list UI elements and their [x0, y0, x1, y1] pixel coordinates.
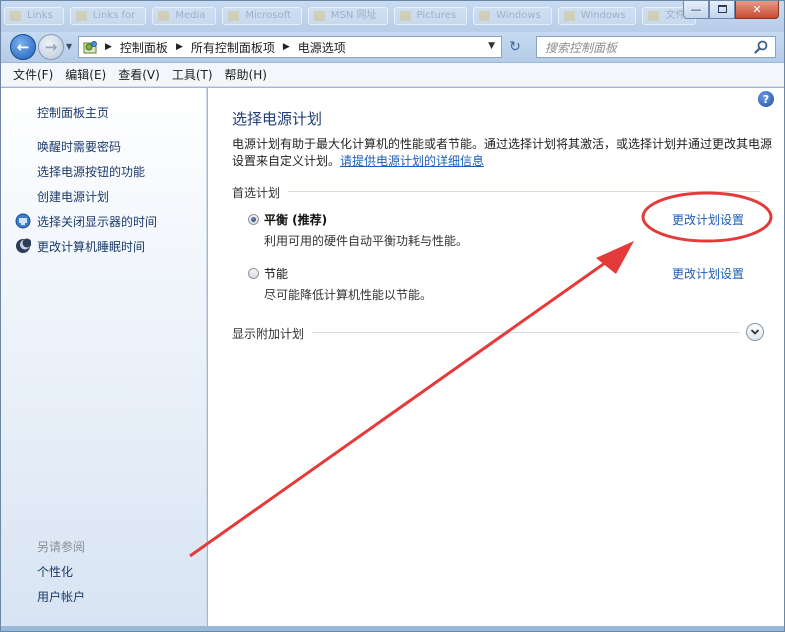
plan-power-saver-settings-link[interactable]: 更改计划设置 — [672, 265, 744, 282]
group-divider — [288, 191, 760, 192]
close-button[interactable]: ✕ — [735, 0, 779, 19]
refresh-button[interactable]: ↻ — [506, 38, 524, 56]
additional-plans-label[interactable]: 显示附加计划 — [232, 325, 304, 342]
breadcrumb-separator-icon: ▶ — [175, 42, 183, 52]
sidebar-link-sleep-time[interactable]: 更改计算机睡眠时间 — [37, 238, 145, 255]
search-icon[interactable] — [753, 39, 769, 55]
refresh-icon: ↻ — [509, 39, 521, 55]
navigation-bar: ← → ▼ ▶ 控制面板 ▶ 所有控制面板项 ▶ 电源选项 ▼ ↻ 搜索控制面板 — [0, 32, 785, 62]
plan-power-saver-radio[interactable] — [248, 268, 259, 279]
background-tab: Windows — [557, 7, 637, 25]
background-tab: Microsoft — [222, 7, 302, 25]
maximize-icon — [717, 5, 727, 13]
back-button[interactable]: ← — [10, 34, 36, 60]
plan-power-saver-name[interactable]: 节能 — [264, 265, 288, 282]
close-icon: ✕ — [752, 2, 762, 16]
description-text: 电源计划有助于最大化计算机的性能或者节能。通过选择计划将其激活，或选择计划并通过… — [232, 137, 773, 168]
maximize-button[interactable] — [709, 0, 735, 19]
sidebar-link-wake-password[interactable]: 唤醒时需要密码 — [37, 138, 121, 155]
control-panel-icon — [83, 39, 99, 55]
address-bar[interactable]: ▶ 控制面板 ▶ 所有控制面板项 ▶ 电源选项 ▼ — [78, 36, 502, 58]
background-tab: MSN 网址 — [307, 7, 388, 25]
plan-power-saver-description: 尽可能降低计算机性能以节能。 — [264, 288, 433, 302]
background-tab: Media — [152, 7, 217, 25]
control-panel-home-link[interactable]: 控制面板主页 — [37, 104, 109, 121]
plan-details-link[interactable]: 请提供电源计划的详细信息 — [340, 154, 484, 168]
expand-additional-plans-button[interactable] — [746, 323, 764, 341]
sidebar-link-user-accounts[interactable]: 用户帐户 — [37, 588, 85, 605]
plan-balanced-name[interactable]: 平衡 (推荐) — [264, 211, 327, 228]
address-dropdown-icon[interactable]: ▼ — [488, 41, 495, 51]
see-also-heading: 另请参阅 — [37, 540, 86, 554]
sidebar-link-display-off[interactable]: 选择关闭显示器的时间 — [37, 213, 157, 230]
background-tab: Links — [4, 7, 64, 25]
menu-help[interactable]: 帮助(H) — [219, 66, 273, 83]
minimize-icon: — — [690, 2, 702, 16]
moon-sleep-icon — [16, 238, 31, 253]
monitor-icon — [15, 213, 31, 229]
window-controls: — ✕ — [683, 0, 779, 19]
preferred-plans-label: 首选计划 — [232, 186, 281, 200]
forward-arrow-icon: → — [44, 38, 58, 56]
sidebar-link-personalization[interactable]: 个性化 — [37, 563, 73, 580]
menu-view[interactable]: 查看(V) — [112, 66, 166, 83]
background-tab: Links for — [69, 7, 147, 25]
page-title: 选择电源计划 — [232, 110, 323, 128]
menu-file[interactable]: 文件(F) — [7, 66, 59, 83]
breadcrumb-separator-icon: ▶ — [282, 42, 290, 52]
sidebar-link-power-buttons[interactable]: 选择电源按钮的功能 — [37, 163, 145, 180]
background-tabs: Links Links for Media Microsoft MSN 网址 P… — [0, 7, 697, 27]
background-tab: Pictures — [393, 7, 468, 25]
plan-balanced-description: 利用可用的硬件自动平衡功耗与性能。 — [264, 234, 469, 248]
search-placeholder: 搜索控制面板 — [545, 40, 618, 55]
breadcrumb-item[interactable]: 控制面板 — [120, 39, 168, 56]
plan-balanced-settings-link[interactable]: 更改计划设置 — [672, 211, 744, 228]
sidebar-link-create-plan[interactable]: 创建电源计划 — [37, 188, 109, 205]
recent-pages-dropdown[interactable]: ▼ — [66, 42, 72, 51]
group-divider — [312, 332, 740, 333]
page-description: 电源计划有助于最大化计算机的性能或者节能。通过选择计划将其激活，或选择计划并通过… — [232, 136, 772, 170]
breadcrumb-item[interactable]: 所有控制面板项 — [191, 39, 275, 56]
help-icon[interactable]: ? — [758, 91, 774, 107]
minimize-button[interactable]: — — [683, 0, 709, 19]
menu-bar: 文件(F) 编辑(E) 查看(V) 工具(T) 帮助(H) — [1, 63, 784, 87]
task-pane: 控制面板主页 唤醒时需要密码 选择电源按钮的功能 创建电源计划 选择关闭显示器的… — [1, 88, 207, 626]
menu-edit[interactable]: 编辑(E) — [59, 66, 112, 83]
menu-tools[interactable]: 工具(T) — [166, 66, 219, 83]
search-input[interactable]: 搜索控制面板 — [536, 36, 776, 58]
plan-balanced-radio[interactable] — [248, 214, 259, 225]
background-tab: Windows — [473, 7, 552, 25]
breadcrumb-item[interactable]: 电源选项 — [298, 39, 346, 56]
chevron-down-icon — [750, 329, 760, 335]
breadcrumb-separator-icon: ▶ — [105, 42, 112, 52]
title-bar: Links Links for Media Microsoft MSN 网址 P… — [0, 0, 785, 32]
forward-button[interactable]: → — [38, 34, 64, 60]
main-content: ? 选择电源计划 电源计划有助于最大化计算机的性能或者节能。通过选择计划将其激活… — [208, 88, 784, 626]
back-arrow-icon: ← — [16, 38, 30, 56]
